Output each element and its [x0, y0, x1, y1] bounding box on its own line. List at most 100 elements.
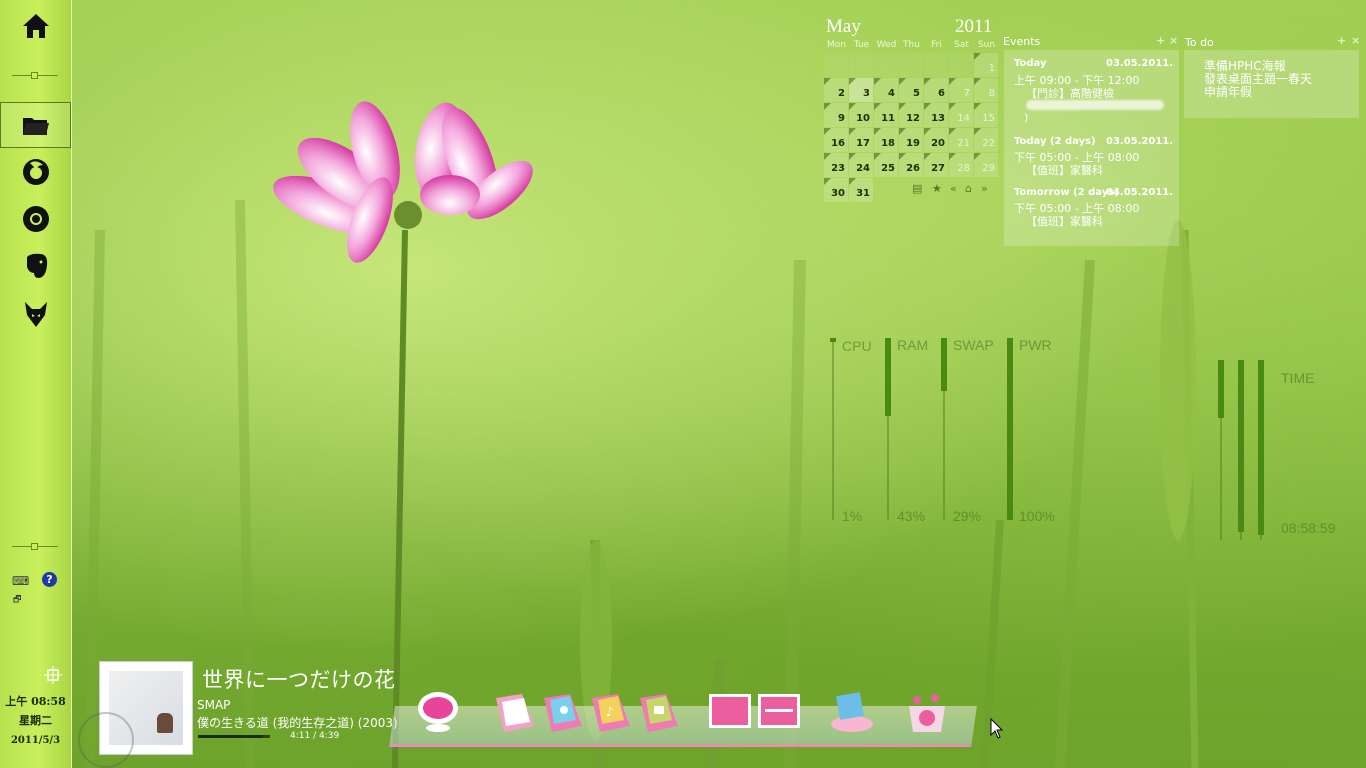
event-3-head: Tomorrow (2 days) — [1014, 187, 1119, 198]
calendar-day[interactable]: 8 — [974, 78, 998, 102]
evernote-icon[interactable] — [0, 244, 71, 288]
time-hour-bar — [1218, 360, 1224, 418]
prev-month-icon[interactable]: « — [950, 182, 957, 195]
calendar-day[interactable]: 9 — [824, 103, 848, 127]
pink-orb-icon[interactable] — [416, 690, 460, 734]
cpu-label: CPU — [842, 338, 872, 354]
song-title: 世界に一つだけの花 — [202, 668, 396, 692]
cpu-value: 1% — [842, 508, 863, 524]
events-panel: Today 03.05.2011. 上午 09:00 - 下午 12:00 【門… — [1004, 50, 1179, 246]
calendar-day[interactable]: 29 — [974, 153, 998, 177]
calendar-day[interactable]: 4 — [874, 78, 898, 102]
calendar-day[interactable]: 10 — [849, 103, 873, 127]
pink-basket-icon[interactable] — [905, 690, 949, 734]
cpu-bar — [830, 338, 836, 342]
calendar-day[interactable]: 31 — [849, 178, 873, 202]
calendar-day[interactable]: 3 — [849, 78, 873, 102]
pwr-value: 100% — [1019, 508, 1055, 524]
calendar-day[interactable]: 30 — [824, 178, 848, 202]
calendar-empty-cell — [824, 53, 848, 77]
event-1-date: 03.05.2011. — [1106, 58, 1174, 69]
todo-close-icon[interactable]: × — [1351, 34, 1360, 47]
todo-panel: 準備HPHC海報 發表桌面主題一春天 申請年假 — [1184, 50, 1359, 118]
calendar-day[interactable]: 16 — [824, 128, 848, 152]
clock-weekday: 星期二 — [19, 714, 52, 727]
pink-monitor-2-icon[interactable] — [757, 690, 801, 734]
calendar-day[interactable]: 19 — [899, 128, 923, 152]
calendar-day[interactable]: 27 — [924, 153, 948, 177]
calendar-day[interactable]: 18 — [874, 128, 898, 152]
event-2-desc: 【值班】家醫科 — [1026, 164, 1103, 177]
calendar-weekday: Sun — [977, 40, 996, 50]
pink-drive-icon[interactable] — [830, 690, 874, 734]
event-3-desc: 【值班】家醫科 — [1026, 215, 1103, 228]
next-month-icon[interactable]: » — [981, 182, 988, 195]
sidebar-separator — [12, 72, 58, 79]
calendar-day[interactable]: 17 — [849, 128, 873, 152]
todo-item[interactable]: 申請年假 — [1204, 83, 1252, 100]
calendar-day[interactable]: 12 — [899, 103, 923, 127]
calendar-day[interactable]: 23 — [824, 153, 848, 177]
video-folder-icon[interactable] — [638, 690, 682, 734]
calendar-weekday: Fri — [931, 40, 942, 50]
swap-label: SWAP — [953, 337, 994, 353]
postmark-stamp — [78, 712, 134, 768]
keyboard-icon[interactable]: ⌨ — [12, 574, 29, 588]
calendar-day[interactable]: 20 — [924, 128, 948, 152]
events-add-icon[interactable]: + — [1156, 34, 1165, 47]
event-3-date: 04.05.2011. — [1106, 187, 1174, 198]
calendar-day[interactable]: 24 — [849, 153, 873, 177]
events-close-icon[interactable]: × — [1169, 34, 1178, 47]
todo-add-icon[interactable]: + — [1337, 34, 1346, 47]
pink-monitor-icon[interactable] — [708, 690, 752, 734]
calendar-day[interactable]: 25 — [874, 153, 898, 177]
calendar-weekday: Wed — [876, 40, 897, 50]
calendar-weekday: Mon — [827, 40, 846, 50]
song-time: 4:11 / 4:39 — [290, 731, 340, 741]
swap-bar — [941, 338, 947, 391]
help-icon[interactable]: ? — [42, 572, 57, 587]
calendar-month: May — [826, 16, 861, 37]
time-sec-bar — [1258, 360, 1264, 535]
chrome-icon[interactable] — [0, 197, 71, 241]
star-icon[interactable]: ★ — [932, 182, 942, 195]
time-value: 08:58:59 — [1281, 520, 1336, 536]
time-label: TIME — [1281, 370, 1315, 386]
calendar-day[interactable]: 11 — [874, 103, 898, 127]
pwr-bar — [1007, 338, 1013, 520]
music-folder-icon[interactable]: ♪ — [590, 690, 634, 734]
event-1-desc: 【門診】高階健檢 — [1026, 87, 1114, 100]
today-home-icon[interactable]: ⌂ — [965, 182, 972, 195]
calendar-day[interactable]: 13 — [924, 103, 948, 127]
folder-icon[interactable] — [0, 102, 71, 148]
firefox-icon[interactable] — [0, 150, 71, 194]
calendar-day[interactable]: 5 — [899, 78, 923, 102]
crosshair-icon[interactable] — [44, 666, 62, 684]
calendar-empty-cell — [949, 53, 973, 77]
ram-value: 43% — [897, 508, 926, 524]
calendar-day[interactable]: 26 — [899, 153, 923, 177]
svg-text:♪: ♪ — [606, 705, 614, 719]
blue-flower-folder-icon[interactable] — [542, 690, 586, 734]
calendar-day[interactable]: 28 — [949, 153, 973, 177]
song-progress-bar[interactable] — [198, 735, 270, 738]
calendar-day[interactable]: 21 — [949, 128, 973, 152]
calendar-empty-cell — [849, 53, 873, 77]
calendar-day[interactable]: 14 — [949, 103, 973, 127]
event-2-date: 03.05.2011. — [1106, 136, 1174, 147]
event-1-extra: ) — [1024, 111, 1029, 124]
window-icon[interactable]: 🗗 — [13, 592, 21, 608]
calendar-day[interactable]: 1 — [974, 53, 998, 77]
calendar-day[interactable]: 2 — [824, 78, 848, 102]
pink-folder-icon[interactable] — [494, 690, 538, 734]
home-icon[interactable] — [0, 4, 71, 48]
list-icon[interactable]: ▤ — [912, 182, 922, 195]
fox-icon[interactable] — [0, 292, 71, 336]
calendar-day[interactable]: 6 — [924, 78, 948, 102]
calendar-day[interactable]: 7 — [949, 78, 973, 102]
song-album: 僕の生きる道 (我的生存之道) (2003) — [197, 716, 398, 730]
clock-date: 2011/5/3 — [10, 735, 61, 746]
song-artist: SMAP — [197, 698, 231, 712]
calendar-day[interactable]: 15 — [974, 103, 998, 127]
calendar-day[interactable]: 22 — [974, 128, 998, 152]
